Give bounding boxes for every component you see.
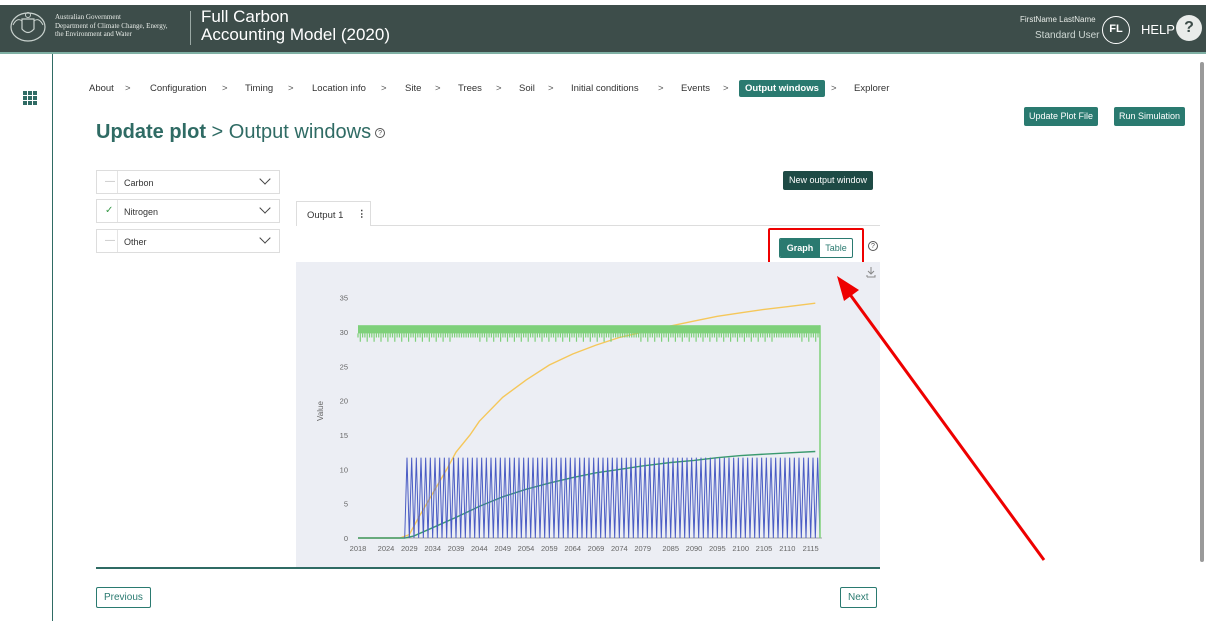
arrow-head [837,276,859,301]
scrollbar[interactable] [1200,62,1204,562]
arrow-shaft [844,288,1046,561]
annotation-arrow [837,276,1046,561]
